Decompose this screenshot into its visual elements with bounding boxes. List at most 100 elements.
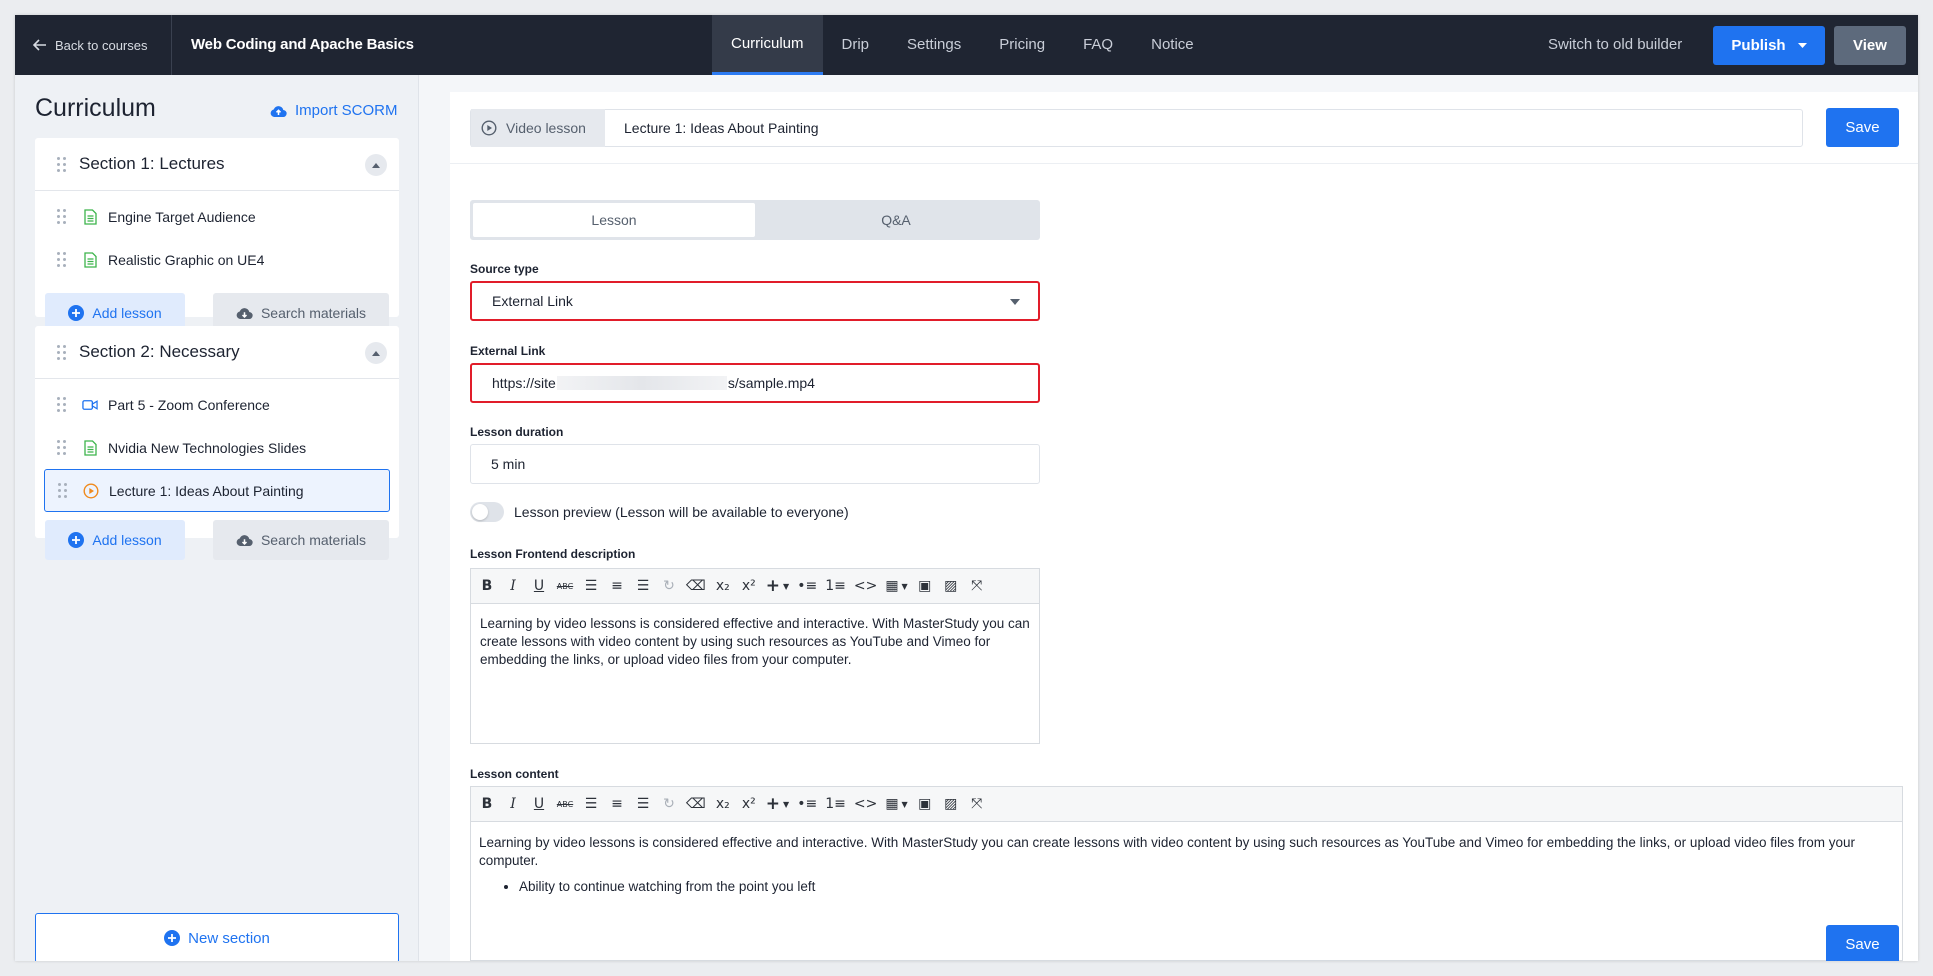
drag-handle-icon[interactable] bbox=[57, 156, 66, 172]
lesson-preview-toggle[interactable] bbox=[470, 502, 504, 522]
drag-handle-icon[interactable] bbox=[57, 252, 66, 267]
insert-plus-icon[interactable]: + ▼ bbox=[762, 572, 793, 600]
underline-icon[interactable]: U bbox=[526, 790, 552, 818]
superscript-icon[interactable]: x² bbox=[736, 572, 762, 600]
video-camera-icon bbox=[82, 399, 98, 411]
numbered-list-icon[interactable]: 1≡ bbox=[821, 790, 850, 818]
link-prefix: https://site bbox=[492, 375, 556, 391]
lesson-preview-row: Lesson preview (Lesson will be available… bbox=[470, 502, 849, 522]
tab-qa[interactable]: Q&A bbox=[755, 203, 1037, 237]
image-icon[interactable]: ▨ bbox=[938, 790, 964, 818]
code-icon[interactable]: <> bbox=[850, 572, 881, 600]
eraser-icon[interactable]: ⌫ bbox=[682, 572, 710, 600]
lesson-label: Nvidia New Technologies Slides bbox=[108, 439, 307, 456]
collapse-button[interactable] bbox=[365, 154, 387, 176]
align-right-icon[interactable]: ☰ bbox=[630, 572, 656, 600]
lesson-title-input[interactable]: Lecture 1: Ideas About Painting bbox=[605, 120, 819, 136]
bold-icon[interactable]: B bbox=[474, 790, 500, 818]
align-right-icon[interactable]: ☰ bbox=[630, 790, 656, 818]
tab-lesson[interactable]: Lesson bbox=[473, 203, 755, 237]
drag-handle-icon[interactable] bbox=[57, 440, 66, 455]
lesson-title-bar: Video lesson Lecture 1: Ideas About Pain… bbox=[470, 109, 1803, 147]
bullet-list-icon[interactable]: •≡ bbox=[793, 790, 821, 818]
frontend-description-text[interactable]: Learning by video lessons is considered … bbox=[471, 604, 1039, 680]
section-header[interactable]: Section 2: Necessary bbox=[35, 326, 399, 379]
bold-icon[interactable]: B bbox=[474, 572, 500, 600]
strikethrough-icon[interactable]: ABC bbox=[552, 572, 578, 600]
switch-old-builder-link[interactable]: Switch to old builder bbox=[1548, 15, 1682, 75]
align-left-icon[interactable]: ☰ bbox=[578, 572, 604, 600]
content-paragraph: Learning by video lessons is considered … bbox=[479, 835, 1856, 868]
media-icon[interactable]: ▣ bbox=[912, 572, 938, 600]
document-icon bbox=[82, 208, 98, 225]
add-lesson-button[interactable]: Add lesson bbox=[45, 520, 185, 560]
tab-faq[interactable]: FAQ bbox=[1064, 15, 1132, 75]
tab-pricing[interactable]: Pricing bbox=[980, 15, 1064, 75]
editor-toolbar: B I U ABC ☰ ≡ ☰ ↻ ⌫ x₂ x² + ▼ •≡ 1≡ <> ▦ ▼… bbox=[471, 787, 1902, 822]
collapse-button[interactable] bbox=[365, 342, 387, 364]
search-materials-label: Search materials bbox=[260, 532, 367, 548]
lesson-item[interactable]: Nvidia New Technologies Slides bbox=[35, 426, 399, 469]
drag-handle-icon[interactable] bbox=[57, 397, 66, 412]
align-center-icon[interactable]: ≡ bbox=[604, 572, 630, 600]
strikethrough-icon[interactable]: ABC bbox=[552, 790, 578, 818]
underline-icon[interactable]: U bbox=[526, 572, 552, 600]
image-icon[interactable]: ▨ bbox=[938, 572, 964, 600]
import-scorm-button[interactable]: Import SCORM bbox=[270, 102, 398, 119]
drag-handle-icon[interactable] bbox=[58, 483, 67, 498]
list-item: Ability to continue watching from the po… bbox=[519, 878, 1894, 896]
back-to-courses-link[interactable]: Back to courses bbox=[33, 15, 148, 75]
tab-notice[interactable]: Notice bbox=[1132, 15, 1213, 75]
tab-drip[interactable]: Drip bbox=[823, 15, 889, 75]
bullet-list-icon[interactable]: •≡ bbox=[793, 572, 821, 600]
save-button[interactable]: Save bbox=[1826, 925, 1899, 961]
section-header[interactable]: Section 1: Lectures bbox=[35, 138, 399, 191]
lesson-content-editor: B I U ABC ☰ ≡ ☰ ↻ ⌫ x₂ x² + ▼ •≡ 1≡ <> ▦ ▼… bbox=[470, 786, 1903, 961]
view-button[interactable]: View bbox=[1834, 26, 1906, 65]
lesson-item[interactable]: Realistic Graphic on UE4 bbox=[35, 238, 399, 281]
duration-input[interactable]: 5 min bbox=[470, 444, 1040, 484]
app-window: Back to courses Web Coding and Apache Ba… bbox=[15, 15, 1918, 961]
align-center-icon[interactable]: ≡ bbox=[604, 790, 630, 818]
fullscreen-icon[interactable]: ⤧ bbox=[964, 790, 990, 818]
drag-handle-icon[interactable] bbox=[57, 344, 66, 360]
numbered-list-icon[interactable]: 1≡ bbox=[821, 572, 850, 600]
media-icon[interactable]: ▣ bbox=[912, 790, 938, 818]
lesson-item[interactable]: Engine Target Audience bbox=[35, 195, 399, 238]
tab-curriculum[interactable]: Curriculum bbox=[712, 15, 823, 75]
save-button[interactable]: Save bbox=[1826, 108, 1899, 147]
lesson-item[interactable]: Part 5 - Zoom Conference bbox=[35, 383, 399, 426]
drag-handle-icon[interactable] bbox=[57, 209, 66, 224]
code-icon[interactable]: <> bbox=[850, 790, 881, 818]
cloud-upload-icon bbox=[270, 105, 287, 117]
search-materials-label: Search materials bbox=[260, 305, 367, 321]
lesson-type-label: Video lesson bbox=[506, 120, 586, 136]
new-section-button[interactable]: New section bbox=[35, 913, 399, 961]
plus-circle-icon bbox=[68, 532, 85, 548]
italic-icon[interactable]: I bbox=[500, 572, 526, 600]
external-link-input[interactable]: https://site s/sample.mp4 bbox=[470, 363, 1040, 403]
fullscreen-icon[interactable]: ⤧ bbox=[964, 572, 990, 600]
eraser-icon[interactable]: ⌫ bbox=[682, 790, 710, 818]
lesson-content-text[interactable]: Learning by video lessons is considered … bbox=[471, 822, 1902, 908]
subscript-icon[interactable]: x₂ bbox=[710, 572, 736, 600]
lesson-item-active[interactable]: Lecture 1: Ideas About Painting bbox=[44, 469, 390, 512]
add-lesson-label: Add lesson bbox=[92, 532, 162, 548]
redo-icon[interactable]: ↻ bbox=[656, 790, 682, 818]
italic-icon[interactable]: I bbox=[500, 790, 526, 818]
add-lesson-label: Add lesson bbox=[92, 305, 162, 321]
superscript-icon[interactable]: x² bbox=[736, 790, 762, 818]
subscript-icon[interactable]: x₂ bbox=[710, 790, 736, 818]
curriculum-sidebar: Curriculum Import SCORM Section 1: Lectu… bbox=[15, 75, 419, 961]
tab-settings[interactable]: Settings bbox=[888, 15, 980, 75]
back-label: Back to courses bbox=[55, 37, 148, 53]
align-left-icon[interactable]: ☰ bbox=[578, 790, 604, 818]
publish-button[interactable]: Publish bbox=[1713, 26, 1825, 65]
table-icon[interactable]: ▦ ▼ bbox=[881, 572, 911, 600]
source-type-value: External Link bbox=[492, 293, 573, 309]
search-materials-button[interactable]: Search materials bbox=[213, 520, 389, 560]
redo-icon[interactable]: ↻ bbox=[656, 572, 682, 600]
source-type-select[interactable]: External Link bbox=[470, 281, 1040, 321]
insert-plus-icon[interactable]: + ▼ bbox=[762, 790, 793, 818]
table-icon[interactable]: ▦ ▼ bbox=[881, 790, 911, 818]
